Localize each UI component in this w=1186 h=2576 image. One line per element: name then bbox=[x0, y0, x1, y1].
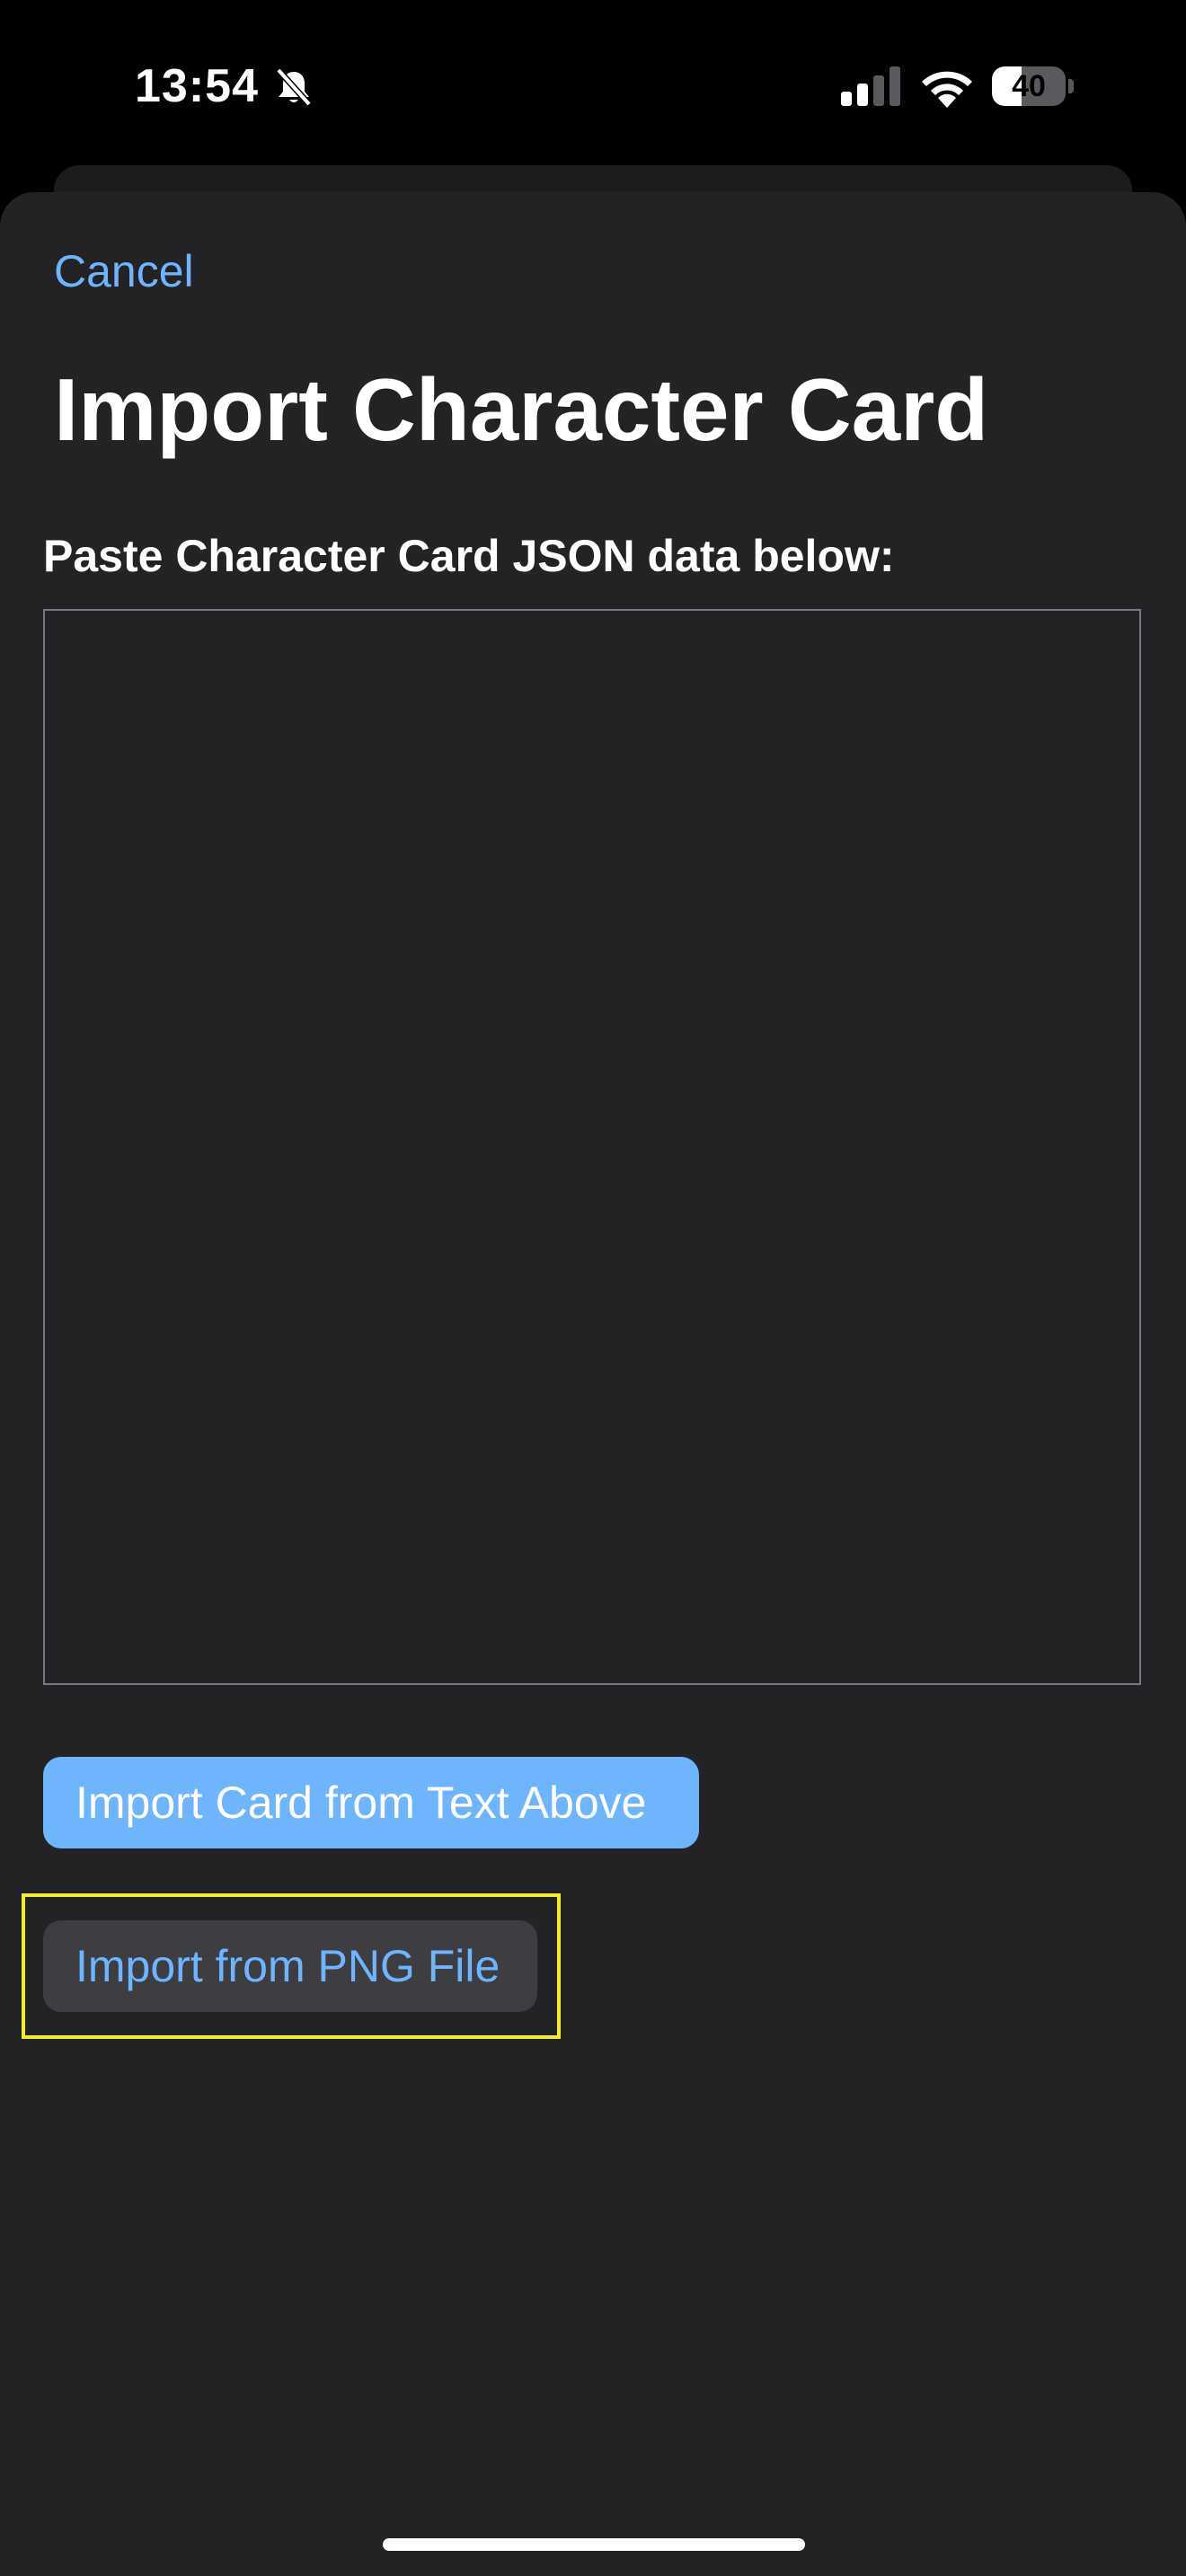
json-input-field[interactable] bbox=[43, 609, 1141, 1685]
page-title: Import Character Card bbox=[54, 360, 989, 459]
cancel-button[interactable]: Cancel bbox=[54, 244, 194, 298]
bell-slash-icon bbox=[276, 67, 312, 107]
status-bar: 13:54 40 bbox=[0, 0, 1186, 171]
cellular-signal-icon bbox=[841, 66, 900, 106]
import-from-png-button[interactable]: Import from PNG File bbox=[43, 1920, 537, 2012]
wifi-icon bbox=[922, 71, 972, 108]
home-indicator[interactable] bbox=[383, 2538, 805, 2551]
instruction-label: Paste Character Card JSON data below: bbox=[43, 531, 895, 581]
battery-level: 40 bbox=[1012, 69, 1046, 103]
battery-icon: 40 bbox=[992, 66, 1075, 106]
status-time: 13:54 bbox=[135, 60, 259, 112]
import-from-text-button[interactable]: Import Card from Text Above bbox=[43, 1757, 699, 1848]
